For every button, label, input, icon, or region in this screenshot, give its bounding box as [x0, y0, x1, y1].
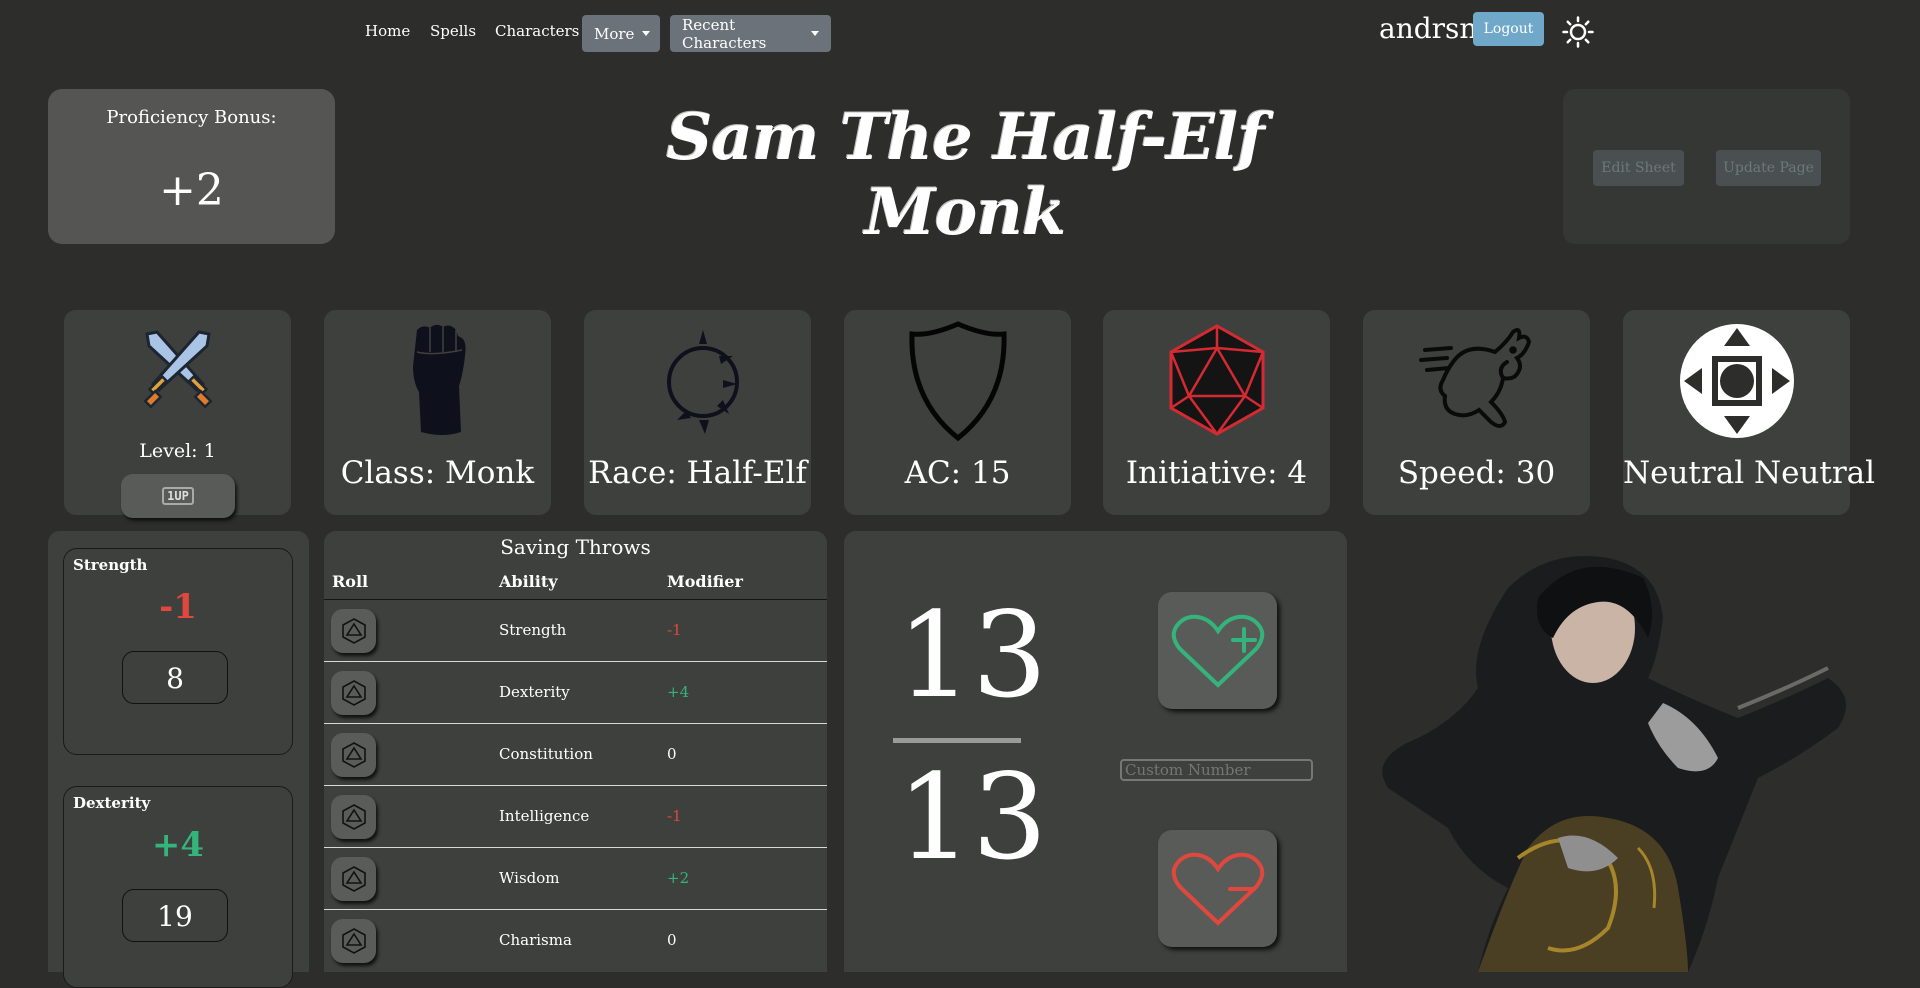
class-label: Class: Monk [340, 455, 535, 491]
level-up-icon: 1UP [162, 487, 194, 505]
ability-modifier: +4 [151, 825, 205, 865]
character-portrait [1382, 556, 1846, 972]
edit-sheet-button[interactable]: Edit Sheet [1593, 150, 1684, 186]
heart-minus-icon [1171, 852, 1264, 926]
saving-throws-title: Saving Throws [500, 535, 651, 559]
saving-throw-row: Wisdom +2 [324, 847, 827, 910]
more-dropdown-label: More [594, 24, 635, 43]
d20-icon [341, 866, 366, 892]
saving-throw-row: Intelligence -1 [324, 785, 827, 848]
chevron-down-icon [811, 31, 819, 36]
d20-icon [341, 618, 366, 644]
saving-throw-ability: Charisma [499, 931, 572, 949]
saving-throw-modifier: -1 [667, 621, 682, 639]
roll-dice-button[interactable] [331, 919, 376, 963]
initiative-label: Initiative: 4 [1125, 455, 1308, 491]
recent-characters-label: Recent Characters [682, 15, 767, 52]
saving-throw-ability: Constitution [499, 745, 593, 763]
saving-throw-modifier: +4 [667, 683, 690, 701]
fist-icon [412, 324, 466, 435]
initiative-card: Initiative: 4 [1103, 310, 1330, 515]
d20-icon [341, 742, 366, 768]
sun-icon [1562, 16, 1594, 48]
sun-moon-icon [666, 330, 739, 434]
logout-button[interactable]: Logout [1473, 12, 1544, 46]
ac-label: AC: 15 [904, 455, 1011, 491]
recent-characters-dropdown[interactable]: Recent Characters [670, 15, 831, 52]
roll-dice-button[interactable] [331, 733, 376, 777]
speed-label: Speed: 30 [1397, 455, 1556, 491]
saving-throw-modifier: +2 [667, 869, 690, 887]
heart-plus-icon [1171, 614, 1264, 688]
damage-button[interactable] [1158, 830, 1277, 947]
column-header-roll: Roll [332, 572, 369, 591]
nav-spells-link[interactable]: Spells [430, 22, 476, 40]
ability-dexterity: Dexterity +4 19 [63, 786, 293, 988]
column-header-modifier: Modifier [667, 572, 743, 591]
proficiency-panel: Proficiency Bonus: +2 [48, 89, 335, 244]
saving-throw-ability: Wisdom [499, 869, 560, 887]
current-hp: 13 [897, 586, 1048, 724]
level-label: Level: 1 [139, 440, 216, 462]
character-name-title: Sam The Half-Elf Monk [666, 100, 1265, 250]
chevron-down-icon [642, 31, 651, 36]
alignment-card: Neutral Neutral [1623, 310, 1876, 515]
hp-divider [893, 738, 1021, 743]
saving-throw-row: Dexterity +4 [324, 661, 827, 724]
roll-dice-button[interactable] [331, 795, 376, 839]
d20-icon [341, 928, 366, 954]
scrollbar[interactable] [1910, 0, 1920, 972]
d20-icon [341, 804, 366, 830]
d20-icon [1169, 324, 1264, 436]
saving-throw-modifier: 0 [667, 931, 677, 949]
ability-score[interactable]: 8 [122, 651, 228, 704]
race-label: Race: Half-Elf [588, 455, 807, 491]
level-card: Level: 1 1UP [64, 310, 291, 518]
username: andrsn [1379, 12, 1478, 45]
alignment-label: Neutral Neutral [1623, 455, 1876, 491]
saving-throw-ability: Strength [499, 621, 567, 639]
running-rabbit-icon [1418, 328, 1531, 428]
saving-throw-modifier: 0 [667, 745, 677, 763]
roll-dice-button[interactable] [331, 857, 376, 901]
crossed-swords-icon [142, 330, 213, 409]
more-dropdown[interactable]: More [582, 15, 660, 52]
roll-dice-button[interactable] [331, 609, 376, 653]
race-card: Race: Half-Elf [584, 310, 811, 515]
update-page-button[interactable]: Update Page [1716, 150, 1821, 186]
theme-toggle-button[interactable] [1562, 16, 1594, 48]
heal-button[interactable] [1158, 592, 1277, 709]
saving-throw-row: Constitution 0 [324, 723, 827, 786]
nav-home-link[interactable]: Home [365, 22, 410, 40]
saving-throw-row: Charisma 0 [324, 909, 827, 972]
saving-throw-ability: Dexterity [499, 683, 570, 701]
custom-number-input[interactable] [1120, 759, 1313, 781]
ac-card: AC: 15 [844, 310, 1071, 515]
ability-modifier: -1 [159, 587, 197, 627]
saving-throw-modifier: -1 [667, 807, 682, 825]
shield-icon [908, 321, 1007, 442]
nav-characters-link[interactable]: Characters [495, 22, 579, 40]
saving-throw-row: Strength -1 [324, 599, 827, 662]
proficiency-value: +2 [159, 165, 224, 216]
ability-name: Strength [73, 556, 148, 574]
class-card: Class: Monk [324, 310, 551, 515]
speed-card: Speed: 30 [1363, 310, 1590, 515]
saving-throw-ability: Intelligence [499, 807, 590, 825]
ability-score[interactable]: 19 [122, 889, 228, 942]
alignment-compass-icon [1679, 324, 1794, 438]
max-hp: 13 [897, 748, 1048, 886]
ability-name: Dexterity [73, 794, 151, 812]
proficiency-label: Proficiency Bonus: [106, 107, 277, 128]
roll-dice-button[interactable] [331, 671, 376, 715]
column-header-ability: Ability [499, 572, 558, 591]
d20-icon [341, 680, 366, 706]
level-up-button[interactable]: 1UP [121, 474, 235, 518]
ability-strength: Strength -1 8 [63, 548, 293, 755]
